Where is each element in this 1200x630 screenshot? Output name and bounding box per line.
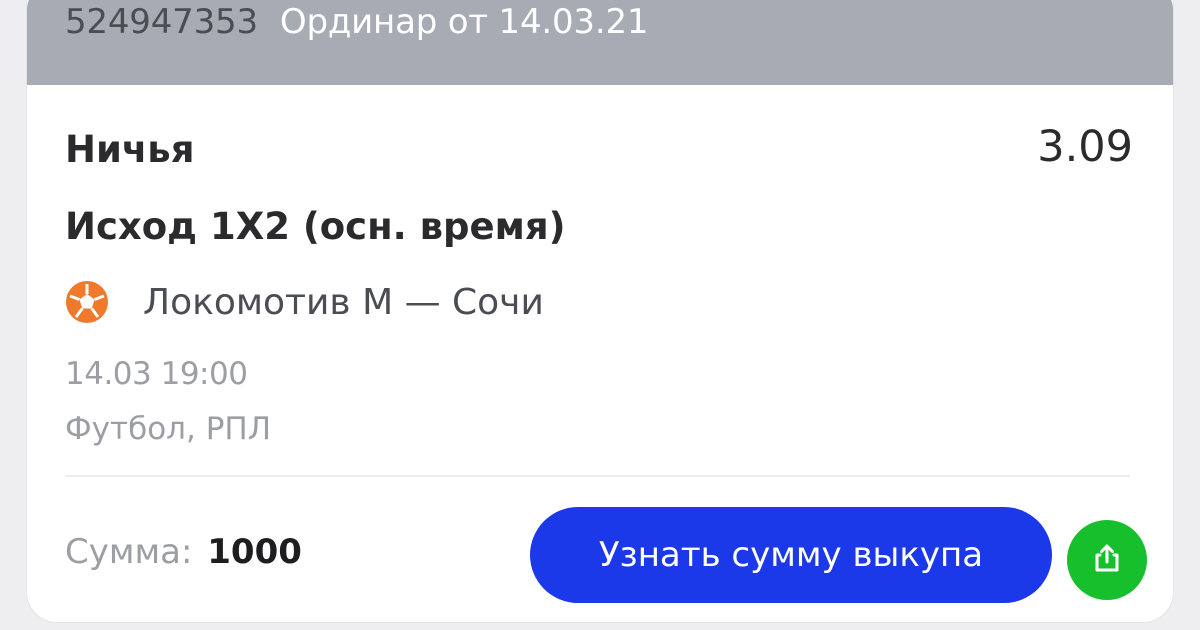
sum-value: 1000 <box>207 532 302 572</box>
match-datetime: 14.03 19:00 <box>65 356 248 392</box>
bet-id: 524947353 <box>65 2 258 42</box>
divider <box>65 475 1130 477</box>
soccer-ball-icon <box>65 280 109 324</box>
bet-card: 524947353 Ординар от 14.03.21 Ничья 3.09 … <box>27 0 1173 622</box>
bet-type: Ординар от 14.03.21 <box>279 2 649 42</box>
share-button[interactable] <box>1067 520 1147 600</box>
cashout-button[interactable]: Узнать сумму выкупа <box>530 507 1052 603</box>
bet-sum: Сумма: 1000 <box>65 532 302 572</box>
bet-card-header: 524947353 Ординар от 14.03.21 <box>27 0 1173 85</box>
match-row[interactable]: Локомотив М — Сочи <box>65 278 544 326</box>
match-name: Локомотив М — Сочи <box>143 281 544 323</box>
bet-odds: 3.09 <box>1037 122 1133 172</box>
header-text: 524947353 Ординар от 14.03.21 <box>65 2 649 42</box>
share-icon <box>1090 541 1124 579</box>
bet-market: Исход 1X2 (осн. время) <box>65 205 566 248</box>
match-league: Футбол, РПЛ <box>65 411 272 447</box>
sum-label: Сумма: <box>65 532 193 572</box>
bet-outcome: Ничья <box>65 128 195 171</box>
